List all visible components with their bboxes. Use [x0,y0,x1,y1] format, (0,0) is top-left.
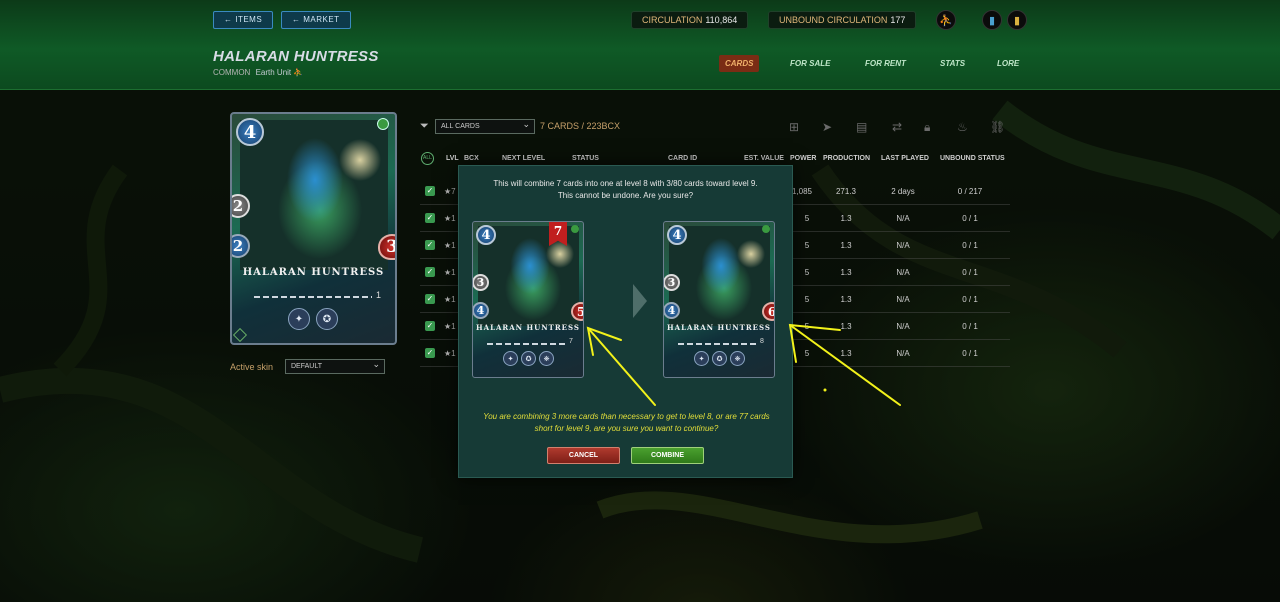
speed-badge: 4 [664,302,680,319]
burn-icon[interactable]: ♨ [957,120,968,134]
level-progress [487,343,565,345]
row-checkbox[interactable]: ✓ [425,267,435,277]
row-checkbox[interactable]: ✓ [425,186,435,196]
col-bcx[interactable]: BCX [464,155,479,162]
send-icon[interactable]: ➤ [822,120,832,134]
unit-type-icon[interactable]: ⛹ [936,10,956,30]
level-progress [254,296,372,298]
card-artwork [240,120,388,270]
ability-icon-1: ✦ [288,308,310,330]
ability-icon-2: ✪ [521,351,536,366]
card-level: 8 [760,338,764,345]
market-icon[interactable]: ▤ [856,120,867,134]
arrow-left-icon: ← [292,15,304,24]
card-collection-icon[interactable]: ▮ [982,10,1002,30]
link-icon[interactable]: ⛓︎ [990,120,1005,134]
card-name-banner: HALARAN HUNTRESS [242,267,385,278]
ability-icon-2: ✪ [316,308,338,330]
attack-badge: 3 [664,274,680,291]
ability-icon-3: ❋ [539,351,554,366]
row-checkbox[interactable]: ✓ [425,321,435,331]
arrow-right-icon [633,284,647,318]
active-skin-label: Active skin [230,362,274,372]
combine-button[interactable]: COMBINE [631,447,704,464]
col-lvl[interactable]: LVL [446,155,459,162]
row-checkbox[interactable]: ✓ [425,240,435,250]
add-icon[interactable]: ⊞ [789,120,799,134]
lock-icon[interactable]: 🔒︎ [924,120,930,135]
earth-element-icon [762,225,770,233]
tab-lore[interactable]: LORE [991,55,1025,72]
filter-icon[interactable]: ⏷ [420,120,429,133]
col-est-value[interactable]: EST. VALUE [744,155,784,162]
combine-dialog: This will combine 7 cards into one at le… [458,165,793,478]
card-before-combine: 7 4 3 4 5 HALARAN HUNTRESS 7 ✦ ✪ ❋ [472,221,584,378]
col-production[interactable]: PRODUCTION [823,155,870,162]
market-back-button[interactable]: ← MARKET [281,11,351,29]
col-status[interactable]: STATUS [572,155,599,162]
card-after-combine: 4 3 4 6 HALARAN HUNTRESS 8 ✦ ✪ ❋ [663,221,775,378]
ability-icon-1: ✦ [503,351,518,366]
tab-for-sale[interactable]: FOR SALE [784,55,836,72]
tab-cards[interactable]: CARDS [719,55,760,72]
select-all-toggle[interactable]: ALL [421,152,434,165]
skin-select[interactable]: DEFAULT [285,358,385,374]
ability-icon-1: ✦ [694,351,709,366]
mana-badge: 4 [476,225,496,245]
page-title: HALARAN HUNTRESS [213,48,379,65]
ability-icon-3: ❋ [730,351,745,366]
warning-message: You are combining 3 more cards than nece… [483,412,770,433]
arrow-left-icon: ← [224,15,236,24]
level-progress [678,343,756,345]
col-last-played[interactable]: LAST PLAYED [881,155,929,162]
col-next-level[interactable]: NEXT LEVEL [502,155,545,162]
earth-element-icon [571,225,579,233]
col-unbound-status[interactable]: UNBOUND STATUS [940,155,1005,162]
unbound-circulation-stat: UNBOUND CIRCULATION 177 [768,11,917,29]
edition-icon [232,327,248,343]
health-badge: 5 [571,302,583,321]
tab-stats[interactable]: STATS [934,55,971,72]
row-checkbox[interactable]: ✓ [425,213,435,223]
card-image: 4 2 2 3 HALARAN HUNTRESS 1 ✦ ✪ [230,112,397,345]
card-level: 7 [569,338,573,345]
tab-for-rent[interactable]: FOR RENT [859,55,912,72]
earth-element-icon [377,118,389,130]
col-card-id[interactable]: CARD ID [668,155,697,162]
items-back-button[interactable]: ← ITEMS [213,11,274,29]
circulation-stat: CIRCULATION 110,864 [631,11,749,29]
row-checkbox[interactable]: ✓ [425,348,435,358]
header: ← ITEMS ← MARKET CIRCULATION 110,864 UNBO… [0,0,1280,90]
card-level: 1 [376,290,382,300]
mana-badge: 4 [236,118,264,146]
health-badge: 3 [378,234,395,260]
cancel-button[interactable]: CANCEL [547,447,620,464]
col-power[interactable]: POWER [790,155,816,162]
mana-badge: 4 [667,225,687,245]
card-subtitle: COMMON Earth Unit ⛹ [213,68,304,77]
transfer-icon[interactable]: ⇄ [892,120,902,134]
row-checkbox[interactable]: ✓ [425,294,435,304]
ability-icon-2: ✪ [712,351,727,366]
card-gold-icon[interactable]: ▮ [1007,10,1027,30]
cards-count: 7 CARDS / 223BCX [540,121,621,131]
health-badge: 6 [762,302,774,321]
cards-filter-select[interactable]: ALL CARDS [435,118,535,134]
card-name-banner: HALARAN HUNTRESS [476,323,580,332]
combine-message: This will combine 7 cards into one at le… [493,179,758,200]
card-name-banner: HALARAN HUNTRESS [667,323,771,332]
unit-icon: ⛹ [293,68,304,77]
attack-badge: 3 [473,274,489,291]
speed-badge: 4 [473,302,489,319]
